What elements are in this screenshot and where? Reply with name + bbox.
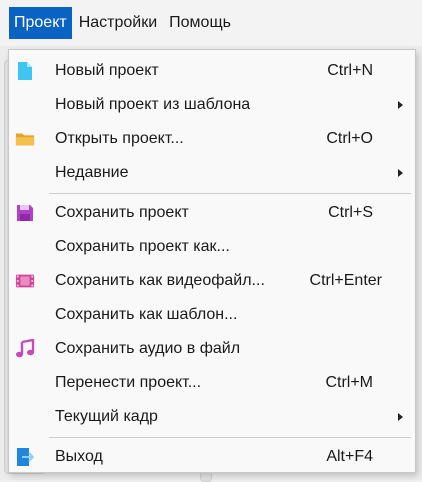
menu-item-shortcut: Ctrl+M bbox=[325, 374, 373, 391]
menu-item-shortcut: Alt+F4 bbox=[326, 448, 373, 465]
menu-item-exit[interactable]: Выход Alt+F4 bbox=[9, 440, 415, 474]
menu-item-label: Сохранить как видеофайл... bbox=[55, 272, 265, 289]
new-file-icon bbox=[15, 61, 35, 81]
menu-item-shortcut: Ctrl+O bbox=[326, 130, 373, 147]
menu-item-move-project[interactable]: Перенести проект... Ctrl+M bbox=[9, 366, 415, 400]
menu-item-save-project-as[interactable]: Сохранить проект как... bbox=[9, 230, 415, 264]
menu-separator bbox=[49, 193, 411, 194]
menu-item-shortcut: Ctrl+N bbox=[327, 62, 373, 79]
menu-separator bbox=[49, 437, 411, 438]
menu-item-save-as-video[interactable]: Сохранить как видеофайл... Ctrl+Enter bbox=[9, 264, 415, 298]
submenu-arrow-icon bbox=[398, 413, 403, 421]
music-icon bbox=[15, 339, 35, 359]
submenu-arrow-icon bbox=[398, 101, 403, 109]
menubar-item-project[interactable]: Проект bbox=[9, 7, 72, 39]
project-menu: Новый проект Ctrl+N Новый проект из шабл… bbox=[8, 49, 416, 473]
menu-item-label: Выход bbox=[55, 448, 103, 465]
menu-item-label: Сохранить как шаблон... bbox=[55, 306, 238, 323]
submenu-arrow-icon bbox=[398, 169, 403, 177]
menu-item-save-audio[interactable]: Сохранить аудио в файл bbox=[9, 332, 415, 366]
menubar-item-settings[interactable]: Настройки bbox=[74, 7, 162, 39]
menu-item-label: Недавние bbox=[55, 164, 129, 181]
menu-item-label: Текущий кадр bbox=[55, 408, 158, 425]
menu-item-recent[interactable]: Недавние bbox=[9, 156, 415, 190]
menu-item-new-from-template[interactable]: Новый проект из шаблона bbox=[9, 88, 415, 122]
menu-item-save-as-template[interactable]: Сохранить как шаблон... bbox=[9, 298, 415, 332]
menu-item-shortcut: Ctrl+Enter bbox=[309, 272, 382, 289]
exit-icon bbox=[15, 447, 35, 467]
menu-item-shortcut: Ctrl+S bbox=[328, 204, 373, 221]
menu-item-label: Перенести проект... bbox=[55, 374, 202, 391]
menu-item-label: Новый проект из шаблона bbox=[55, 96, 251, 113]
menu-item-current-frame[interactable]: Текущий кадр bbox=[9, 400, 415, 434]
menu-item-label: Сохранить проект bbox=[55, 204, 189, 221]
menu-item-new-project[interactable]: Новый проект Ctrl+N bbox=[9, 54, 415, 88]
film-icon bbox=[15, 271, 35, 291]
floppy-icon bbox=[15, 203, 35, 223]
menu-item-save-project[interactable]: Сохранить проект Ctrl+S bbox=[9, 196, 415, 230]
menu-item-label: Новый проект bbox=[55, 62, 159, 79]
menu-item-label: Сохранить аудио в файл bbox=[55, 340, 241, 357]
menubar-item-help[interactable]: Помощь bbox=[164, 7, 236, 39]
menu-item-open-project[interactable]: Открыть проект... Ctrl+O bbox=[9, 122, 415, 156]
menu-item-label: Сохранить проект как... bbox=[55, 238, 230, 255]
folder-icon bbox=[15, 129, 35, 149]
menu-item-label: Открыть проект... bbox=[55, 130, 184, 147]
menubar: Проект Настройки Помощь bbox=[0, 0, 422, 46]
